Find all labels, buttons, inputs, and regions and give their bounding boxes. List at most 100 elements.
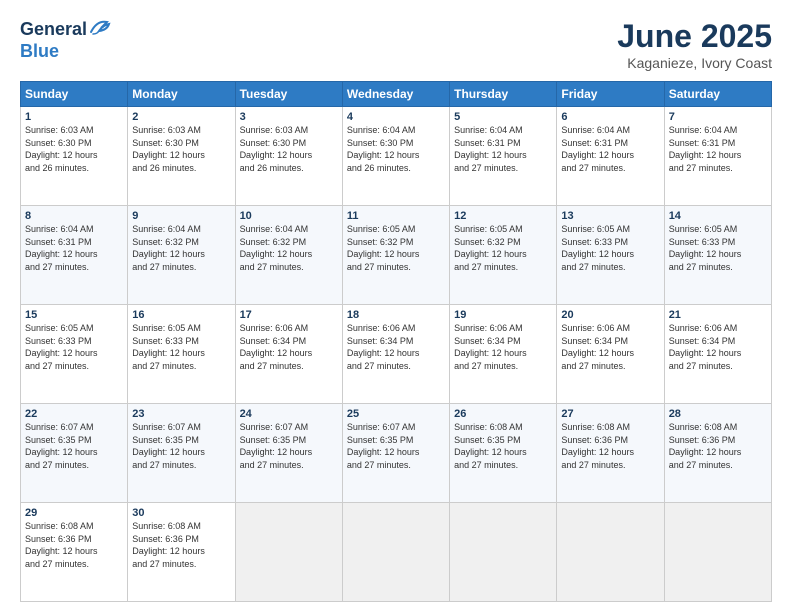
day-number: 5 (454, 111, 552, 123)
day-info: Sunrise: 6:04 AM Sunset: 6:30 PM Dayligh… (347, 124, 445, 174)
calendar-day-26: 26Sunrise: 6:08 AM Sunset: 6:35 PM Dayli… (450, 404, 557, 503)
calendar-day-12: 12Sunrise: 6:05 AM Sunset: 6:32 PM Dayli… (450, 206, 557, 305)
calendar-empty (450, 503, 557, 602)
title-block: June 2025 Kaganieze, Ivory Coast (617, 18, 772, 71)
calendar-header: SundayMondayTuesdayWednesdayThursdayFrid… (21, 82, 772, 107)
calendar-day-27: 27Sunrise: 6:08 AM Sunset: 6:36 PM Dayli… (557, 404, 664, 503)
calendar-day-4: 4Sunrise: 6:04 AM Sunset: 6:30 PM Daylig… (342, 107, 449, 206)
day-info: Sunrise: 6:03 AM Sunset: 6:30 PM Dayligh… (25, 124, 123, 174)
calendar-day-2: 2Sunrise: 6:03 AM Sunset: 6:30 PM Daylig… (128, 107, 235, 206)
calendar-subtitle: Kaganieze, Ivory Coast (617, 55, 772, 71)
calendar-day-16: 16Sunrise: 6:05 AM Sunset: 6:33 PM Dayli… (128, 305, 235, 404)
calendar-week-1: 1Sunrise: 6:03 AM Sunset: 6:30 PM Daylig… (21, 107, 772, 206)
day-info: Sunrise: 6:08 AM Sunset: 6:36 PM Dayligh… (25, 520, 123, 570)
days-of-week-row: SundayMondayTuesdayWednesdayThursdayFrid… (21, 82, 772, 107)
day-number: 28 (669, 408, 767, 420)
calendar-day-11: 11Sunrise: 6:05 AM Sunset: 6:32 PM Dayli… (342, 206, 449, 305)
day-header-saturday: Saturday (664, 82, 771, 107)
day-info: Sunrise: 6:05 AM Sunset: 6:32 PM Dayligh… (454, 223, 552, 273)
day-number: 1 (25, 111, 123, 123)
page: General Blue June 2025 Kaganieze, Ivory … (0, 0, 792, 612)
day-number: 2 (132, 111, 230, 123)
calendar-week-3: 15Sunrise: 6:05 AM Sunset: 6:33 PM Dayli… (21, 305, 772, 404)
day-info: Sunrise: 6:04 AM Sunset: 6:31 PM Dayligh… (669, 124, 767, 174)
calendar-day-18: 18Sunrise: 6:06 AM Sunset: 6:34 PM Dayli… (342, 305, 449, 404)
logo-text-blue: Blue (20, 41, 59, 62)
day-number: 20 (561, 309, 659, 321)
calendar-day-28: 28Sunrise: 6:08 AM Sunset: 6:36 PM Dayli… (664, 404, 771, 503)
day-header-sunday: Sunday (21, 82, 128, 107)
calendar-day-20: 20Sunrise: 6:06 AM Sunset: 6:34 PM Dayli… (557, 305, 664, 404)
logo: General Blue (20, 18, 111, 62)
day-info: Sunrise: 6:04 AM Sunset: 6:32 PM Dayligh… (240, 223, 338, 273)
calendar-week-4: 22Sunrise: 6:07 AM Sunset: 6:35 PM Dayli… (21, 404, 772, 503)
day-number: 29 (25, 507, 123, 519)
header: General Blue June 2025 Kaganieze, Ivory … (20, 18, 772, 71)
calendar-day-6: 6Sunrise: 6:04 AM Sunset: 6:31 PM Daylig… (557, 107, 664, 206)
calendar-day-1: 1Sunrise: 6:03 AM Sunset: 6:30 PM Daylig… (21, 107, 128, 206)
calendar-day-9: 9Sunrise: 6:04 AM Sunset: 6:32 PM Daylig… (128, 206, 235, 305)
day-number: 24 (240, 408, 338, 420)
day-info: Sunrise: 6:08 AM Sunset: 6:36 PM Dayligh… (561, 421, 659, 471)
calendar-day-29: 29Sunrise: 6:08 AM Sunset: 6:36 PM Dayli… (21, 503, 128, 602)
day-info: Sunrise: 6:08 AM Sunset: 6:35 PM Dayligh… (454, 421, 552, 471)
logo-text-general: General (20, 20, 87, 40)
calendar-empty (664, 503, 771, 602)
day-number: 16 (132, 309, 230, 321)
calendar-day-30: 30Sunrise: 6:08 AM Sunset: 6:36 PM Dayli… (128, 503, 235, 602)
calendar-day-19: 19Sunrise: 6:06 AM Sunset: 6:34 PM Dayli… (450, 305, 557, 404)
calendar-day-24: 24Sunrise: 6:07 AM Sunset: 6:35 PM Dayli… (235, 404, 342, 503)
day-info: Sunrise: 6:06 AM Sunset: 6:34 PM Dayligh… (669, 322, 767, 372)
day-header-tuesday: Tuesday (235, 82, 342, 107)
day-info: Sunrise: 6:07 AM Sunset: 6:35 PM Dayligh… (25, 421, 123, 471)
day-number: 27 (561, 408, 659, 420)
day-number: 3 (240, 111, 338, 123)
calendar-empty (235, 503, 342, 602)
calendar-day-10: 10Sunrise: 6:04 AM Sunset: 6:32 PM Dayli… (235, 206, 342, 305)
day-info: Sunrise: 6:05 AM Sunset: 6:33 PM Dayligh… (132, 322, 230, 372)
calendar-day-5: 5Sunrise: 6:04 AM Sunset: 6:31 PM Daylig… (450, 107, 557, 206)
day-number: 14 (669, 210, 767, 222)
day-header-thursday: Thursday (450, 82, 557, 107)
day-number: 17 (240, 309, 338, 321)
calendar-day-22: 22Sunrise: 6:07 AM Sunset: 6:35 PM Dayli… (21, 404, 128, 503)
day-number: 15 (25, 309, 123, 321)
calendar-body: 1Sunrise: 6:03 AM Sunset: 6:30 PM Daylig… (21, 107, 772, 602)
calendar-day-23: 23Sunrise: 6:07 AM Sunset: 6:35 PM Dayli… (128, 404, 235, 503)
day-info: Sunrise: 6:04 AM Sunset: 6:31 PM Dayligh… (454, 124, 552, 174)
day-number: 25 (347, 408, 445, 420)
day-info: Sunrise: 6:04 AM Sunset: 6:31 PM Dayligh… (25, 223, 123, 273)
day-number: 18 (347, 309, 445, 321)
calendar-empty (342, 503, 449, 602)
day-number: 13 (561, 210, 659, 222)
day-info: Sunrise: 6:08 AM Sunset: 6:36 PM Dayligh… (132, 520, 230, 570)
day-number: 10 (240, 210, 338, 222)
day-number: 11 (347, 210, 445, 222)
day-number: 26 (454, 408, 552, 420)
day-info: Sunrise: 6:05 AM Sunset: 6:33 PM Dayligh… (25, 322, 123, 372)
calendar-day-3: 3Sunrise: 6:03 AM Sunset: 6:30 PM Daylig… (235, 107, 342, 206)
day-number: 8 (25, 210, 123, 222)
day-info: Sunrise: 6:06 AM Sunset: 6:34 PM Dayligh… (454, 322, 552, 372)
day-info: Sunrise: 6:03 AM Sunset: 6:30 PM Dayligh… (240, 124, 338, 174)
day-number: 9 (132, 210, 230, 222)
day-header-wednesday: Wednesday (342, 82, 449, 107)
day-info: Sunrise: 6:07 AM Sunset: 6:35 PM Dayligh… (132, 421, 230, 471)
day-header-monday: Monday (128, 82, 235, 107)
day-info: Sunrise: 6:06 AM Sunset: 6:34 PM Dayligh… (561, 322, 659, 372)
day-number: 4 (347, 111, 445, 123)
logo-bird-icon (89, 18, 111, 41)
day-number: 23 (132, 408, 230, 420)
day-info: Sunrise: 6:05 AM Sunset: 6:33 PM Dayligh… (669, 223, 767, 273)
day-number: 21 (669, 309, 767, 321)
calendar-day-17: 17Sunrise: 6:06 AM Sunset: 6:34 PM Dayli… (235, 305, 342, 404)
day-info: Sunrise: 6:06 AM Sunset: 6:34 PM Dayligh… (347, 322, 445, 372)
day-number: 30 (132, 507, 230, 519)
calendar-day-14: 14Sunrise: 6:05 AM Sunset: 6:33 PM Dayli… (664, 206, 771, 305)
day-number: 19 (454, 309, 552, 321)
calendar-day-13: 13Sunrise: 6:05 AM Sunset: 6:33 PM Dayli… (557, 206, 664, 305)
calendar-week-2: 8Sunrise: 6:04 AM Sunset: 6:31 PM Daylig… (21, 206, 772, 305)
day-info: Sunrise: 6:08 AM Sunset: 6:36 PM Dayligh… (669, 421, 767, 471)
day-info: Sunrise: 6:03 AM Sunset: 6:30 PM Dayligh… (132, 124, 230, 174)
day-header-friday: Friday (557, 82, 664, 107)
